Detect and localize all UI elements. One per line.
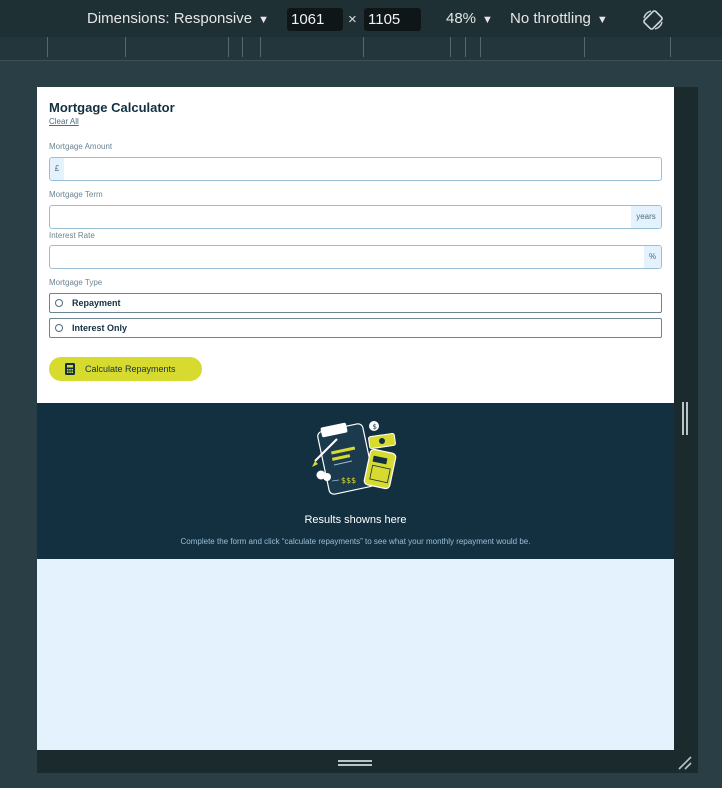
- page-title: Mortgage Calculator: [49, 100, 175, 115]
- media-query-ruler: [0, 37, 722, 61]
- ruler-tick: [450, 37, 451, 57]
- ruler-tick: [670, 37, 671, 57]
- clear-all-link[interactable]: Clear All: [49, 117, 79, 126]
- device-toolbar: Dimensions: Responsive ▼ 1061 × 1105 48% ▼…: [0, 0, 722, 37]
- zoom-dropdown[interactable]: 48% ▼: [446, 10, 493, 27]
- radio-label: Interest Only: [72, 323, 128, 333]
- interest-rate-input[interactable]: [54, 246, 644, 268]
- calculate-button-label: Calculate Repayments: [85, 364, 176, 374]
- handle-bar: [338, 764, 372, 766]
- ruler-tick: [125, 37, 126, 57]
- radio-interest-only[interactable]: Interest Only: [49, 318, 662, 338]
- svg-text:$$$: $$$: [341, 476, 356, 485]
- resize-grip-icon[interactable]: [676, 754, 694, 772]
- ruler-tick: [363, 37, 364, 57]
- calculator-icon: [65, 363, 75, 375]
- handle-bar: [686, 402, 688, 435]
- height-input[interactable]: 1105: [364, 8, 421, 31]
- ruler-tick: [260, 37, 261, 57]
- ruler-tick: [228, 37, 229, 57]
- svg-text:$: $: [373, 423, 377, 431]
- years-suffix: years: [631, 206, 661, 228]
- mortgage-term-label: Mortgage Term: [49, 190, 103, 199]
- radio-circle-icon: [55, 299, 63, 307]
- results-illustration: $ $$$: [312, 421, 397, 495]
- percent-suffix: %: [644, 246, 661, 268]
- ruler-tick: [480, 37, 481, 57]
- interest-rate-field[interactable]: %: [49, 245, 662, 269]
- dimensions-dropdown[interactable]: Dimensions: Responsive ▼: [87, 10, 269, 27]
- ruler-tick: [242, 37, 243, 57]
- interest-rate-label: Interest Rate: [49, 231, 95, 240]
- chevron-down-icon: ▼: [596, 14, 608, 26]
- pound-prefix: £: [50, 158, 64, 180]
- mortgage-amount-label: Mortgage Amount: [49, 142, 113, 151]
- handle-bar: [682, 402, 684, 435]
- emulated-viewport: Mortgage Calculator Clear All Mortgage A…: [37, 87, 674, 750]
- radio-label: Repayment: [72, 298, 121, 308]
- radio-circle-icon: [55, 324, 63, 332]
- throttle-dropdown[interactable]: No throttling ▼: [510, 10, 608, 27]
- mortgage-term-input[interactable]: [54, 206, 629, 228]
- chevron-down-icon: ▼: [482, 14, 493, 26]
- throttle-label: No throttling: [510, 10, 591, 27]
- mortgage-amount-input[interactable]: [68, 158, 658, 180]
- ruler-tick: [465, 37, 466, 57]
- results-heading: Results showns here: [304, 514, 407, 526]
- calculator-card: Mortgage Calculator Clear All Mortgage A…: [37, 87, 674, 403]
- mortgage-type-label: Mortgage Type: [49, 278, 103, 287]
- ruler-tick: [47, 37, 48, 57]
- results-description: Complete the form and click “calculate r…: [180, 537, 531, 546]
- mortgage-term-field[interactable]: years: [49, 205, 662, 229]
- handle-bar: [338, 760, 372, 762]
- ruler-tick: [584, 37, 585, 57]
- radio-repayment[interactable]: Repayment: [49, 293, 662, 313]
- height-drag-handle-icon[interactable]: [338, 758, 372, 768]
- width-drag-handle-icon[interactable]: [680, 402, 690, 435]
- calculate-repayments-button[interactable]: Calculate Repayments: [49, 357, 202, 381]
- dimensions-label: Dimensions: Responsive: [87, 10, 253, 27]
- mortgage-amount-field[interactable]: £: [49, 157, 662, 181]
- width-input[interactable]: 1061: [287, 8, 343, 31]
- results-panel: $ $$$ Results showns here Complete the f…: [37, 403, 674, 559]
- chevron-down-icon: ▼: [258, 14, 269, 26]
- times-symbol: ×: [348, 11, 357, 28]
- zoom-label: 48%: [446, 10, 477, 27]
- rotate-icon[interactable]: [641, 8, 665, 32]
